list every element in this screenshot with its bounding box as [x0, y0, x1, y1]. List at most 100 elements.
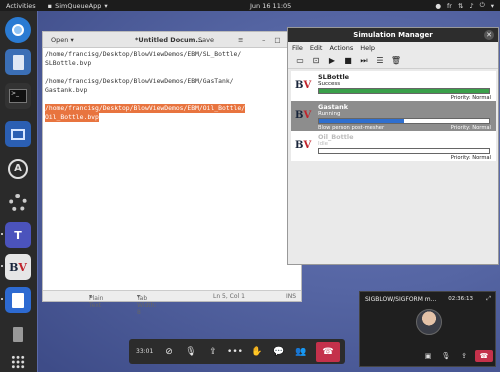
chat-icon[interactable]: 💬: [268, 341, 290, 363]
list-icon[interactable]: ☰: [375, 56, 385, 66]
participant-avatar: [416, 309, 442, 335]
keyboard-language[interactable]: fr: [447, 2, 452, 10]
job-row[interactable]: BV Oil_Bottle Idle Priority: Normal: [291, 131, 496, 161]
participants-icon[interactable]: 👥: [290, 341, 312, 363]
app-icon: ▪: [47, 1, 53, 10]
teams-icon[interactable]: T: [5, 222, 31, 248]
job-name: Gastank: [318, 103, 349, 111]
more-options-icon[interactable]: •••: [224, 341, 246, 363]
menu-file[interactable]: File: [292, 44, 303, 52]
dock: >_ A T BV: [0, 11, 37, 372]
editor-header: Open ▾ *Untitled Docum... Save ≡ – □ ✕: [43, 32, 301, 48]
text-editor-icon[interactable]: [5, 287, 31, 313]
teams-tray-icon[interactable]: ●: [435, 2, 441, 10]
network-icon: ⇅: [457, 1, 464, 10]
app-menu[interactable]: ▪ SimQueueApp ▾: [48, 2, 108, 10]
expand-icon[interactable]: ⤢: [486, 295, 491, 303]
raise-hand-icon[interactable]: ✋: [246, 341, 268, 363]
running-indicator: [1, 233, 3, 235]
open-folder-icon[interactable]: ▭: [295, 56, 305, 66]
hang-up-button[interactable]: ☎: [475, 350, 493, 362]
chevron-down-icon: ▾: [104, 1, 108, 10]
editor-line: /home/francisg/Desktop/BlowViewDemos/EBM…: [45, 77, 234, 85]
mic-icon[interactable]: 🎙: [439, 350, 453, 362]
job-status: Success: [318, 81, 341, 87]
power-icon: ⏻: [479, 1, 485, 9]
text-editor-window: Open ▾ *Untitled Docum... Save ≡ – □ ✕ /…: [42, 31, 302, 316]
menu-actions[interactable]: Actions: [329, 44, 353, 52]
hamburger-menu-icon[interactable]: ≡: [238, 36, 243, 44]
job-progress-bar: [318, 148, 490, 154]
selected-text: /home/francisg/Desktop/BlowViewDemos/EBM…: [45, 104, 246, 113]
system-tray[interactable]: ● fr ⇅ ♪ ⏻ ▾: [435, 1, 494, 10]
selected-text: Oil_Bottle.bvp: [45, 113, 99, 122]
mini-controls: ▣ 🎙 ⇪ ☎: [360, 350, 497, 362]
editor-line: SLBottle.bvp: [45, 59, 92, 67]
screenshot-icon[interactable]: [5, 121, 31, 147]
meeting-mini-window[interactable]: SIGBLOW/SIGFORM m... 02:36:13 ⤢ ▣ 🎙 ⇪ ☎: [359, 291, 496, 367]
chromium-icon[interactable]: [5, 17, 31, 43]
usb-drive-icon[interactable]: [5, 321, 31, 347]
tab-width-selector[interactable]: Tab Width: 8 ▾: [137, 293, 156, 316]
minimize-icon[interactable]: –: [262, 36, 265, 44]
blowview-icon[interactable]: BV: [5, 254, 31, 280]
job-progress-bar: [318, 118, 490, 124]
job-row[interactable]: BV SLBottle Success Priority: Normal: [291, 71, 496, 101]
activities-button[interactable]: Activities: [6, 2, 36, 10]
job-progress-fill: [319, 89, 489, 93]
camera-icon[interactable]: ▣: [421, 350, 435, 362]
meeting-timer: 02:36:13: [448, 296, 473, 302]
maximize-icon[interactable]: □: [274, 36, 280, 44]
software-center-icon[interactable]: A: [5, 156, 31, 182]
step-icon[interactable]: ⏭: [359, 56, 369, 66]
language-selector[interactable]: Plain Text ▾: [89, 293, 103, 309]
clock[interactable]: Jun 16 11:05: [250, 2, 291, 10]
job-name: SLBottle: [318, 73, 350, 81]
share-screen-icon[interactable]: ⇪: [202, 341, 224, 363]
volume-icon: ♪: [469, 1, 474, 10]
menu-help[interactable]: Help: [360, 44, 375, 52]
job-name: Oil_Bottle: [318, 133, 354, 141]
call-timer: 33:01: [136, 348, 154, 355]
show-apps-grid-icon[interactable]: [5, 349, 31, 372]
simulation-manager-window: Simulation Manager ✕ File Edit Actions H…: [287, 27, 499, 265]
editor-line: /home/francisg/Desktop/BlowViewDemos/EBM…: [45, 50, 242, 58]
import-icon[interactable]: ⊡: [311, 56, 321, 66]
terminal-icon[interactable]: >_: [5, 83, 31, 109]
document-title: *Untitled Docum...: [135, 35, 203, 44]
status-bar: Plain Text ▾ Tab Width: 8 ▾ Ln 5, Col 1 …: [43, 290, 301, 316]
cursor-position: Ln 5, Col 1: [213, 293, 245, 300]
play-icon[interactable]: ▶: [327, 56, 337, 66]
chevron-down-icon: ▾: [490, 1, 494, 10]
window-titlebar[interactable]: Simulation Manager ✕: [288, 28, 498, 42]
top-bar: Activities ▪ SimQueueApp ▾ Jun 16 11:05 …: [0, 0, 500, 11]
settings-gear-icon[interactable]: [5, 190, 31, 216]
mic-off-icon[interactable]: 🎙: [180, 341, 202, 363]
teams-call-bar: 33:01 ⊘ 🎙 ⇪ ••• ✋ 💬 👥 ☎: [129, 339, 345, 364]
editor-text-area[interactable]: /home/francisg/Desktop/BlowViewDemos/EBM…: [43, 48, 301, 291]
blowview-logo-icon: BV: [295, 110, 312, 121]
running-indicator: [1, 265, 3, 267]
job-progress-fill: [319, 119, 404, 123]
share-icon[interactable]: ⇪: [457, 350, 471, 362]
job-status: Idle: [318, 141, 329, 147]
job-row[interactable]: BV Gastank Running Blow person post-mesher P…: [291, 101, 496, 131]
job-priority: Priority: Normal: [450, 155, 491, 161]
camera-off-icon[interactable]: ⊘: [158, 341, 180, 363]
running-indicator: [1, 298, 3, 300]
blowview-logo-icon: BV: [295, 140, 312, 151]
menu-edit[interactable]: Edit: [310, 44, 323, 52]
save-button[interactable]: Save: [198, 36, 214, 44]
toolbar: ▭ ⊡ ▶ ■ ⏭ ☰ 🗑: [288, 53, 498, 69]
insert-mode: INS: [286, 293, 297, 300]
hang-up-button[interactable]: ☎: [316, 341, 340, 362]
delete-icon[interactable]: 🗑: [391, 56, 401, 66]
close-icon[interactable]: ✕: [484, 30, 494, 40]
blowview-logo-icon: BV: [295, 80, 312, 91]
stop-icon[interactable]: ■: [343, 56, 353, 66]
job-list: BV SLBottle Success Priority: Normal BV Gasta…: [291, 71, 496, 161]
open-button[interactable]: Open ▾: [51, 36, 74, 44]
files-icon[interactable]: [5, 49, 31, 75]
window-title: Simulation Manager: [353, 31, 433, 39]
